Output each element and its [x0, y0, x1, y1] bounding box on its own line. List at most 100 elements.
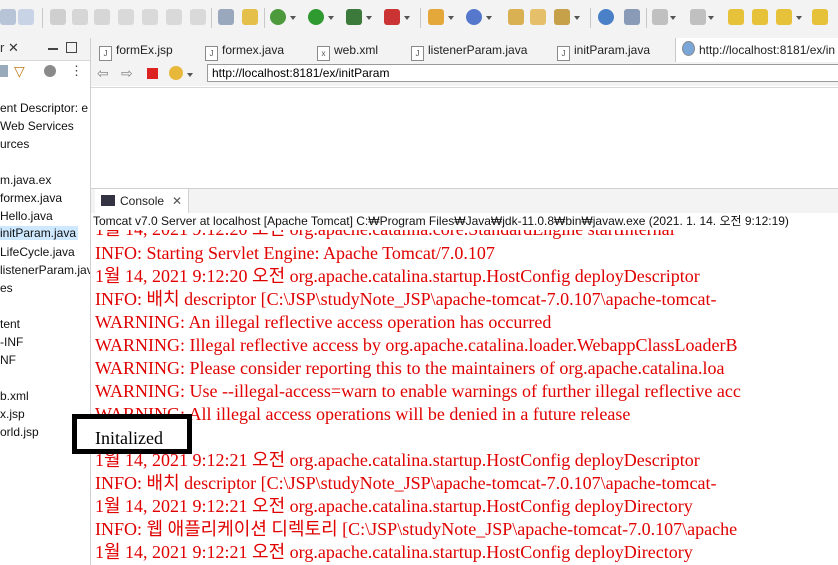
console-line: WARNING: Please consider reporting this …	[95, 358, 725, 378]
last-edit-icon[interactable]	[728, 9, 744, 25]
console-line: 1월 14, 2021 9:12:21 오전 org.apache.catali…	[95, 496, 693, 516]
build-icon[interactable]	[242, 9, 258, 25]
jsp-file-icon: J	[99, 46, 112, 61]
tree-item[interactable]: b.xml	[0, 389, 29, 403]
tree-item[interactable]: Hello.java	[0, 209, 53, 223]
back-icon[interactable]: ⇦	[97, 65, 109, 82]
tab-label: http://localhost:8181/ex/in	[699, 43, 836, 57]
step-over-icon[interactable]	[166, 9, 182, 25]
tree-item[interactable]: x.jsp	[0, 407, 25, 421]
console-line: WARNING: An illegal reflective access op…	[95, 312, 552, 332]
tab-listenerparam-java[interactable]: JlistenerParam.java	[411, 38, 527, 62]
console-line: WARNING: Use --illegal-access=warn to en…	[95, 381, 741, 401]
forward-icon[interactable]: ⇨	[121, 65, 133, 82]
debug-icon[interactable]	[270, 9, 286, 25]
forward-arrow-icon[interactable]	[812, 9, 828, 25]
close-icon[interactable]: r ✕	[0, 40, 19, 56]
globe-icon	[682, 41, 695, 56]
next-annotation-icon[interactable]	[652, 9, 668, 25]
java-file-icon: J	[557, 46, 570, 61]
editor-tab-bar: JformEx.jsp Jformex.java x web.xml Jliste…	[91, 38, 838, 63]
console-line: WARNING: Illegal reflective access by or…	[95, 335, 738, 355]
console-line: INFO: 웹 애플리케이션 디렉토리 [C:\JSP\studyNote_JS…	[95, 519, 738, 539]
external-tools-icon[interactable]	[384, 9, 400, 25]
tree-item[interactable]: orld.jsp	[0, 425, 39, 439]
maximize-icon[interactable]	[66, 42, 77, 53]
tab-label: web.xml	[334, 43, 379, 57]
tab-formex-java[interactable]: Jformex.java	[205, 38, 284, 62]
tree-item[interactable]: NF	[0, 353, 16, 367]
resume-icon[interactable]	[50, 9, 66, 25]
coverage-icon[interactable]	[346, 9, 362, 25]
terminate-icon[interactable]	[94, 9, 110, 25]
console-line: 1월 14, 2021 9:12:21 오전 org.apache.catali…	[95, 542, 693, 562]
console-icon	[101, 195, 115, 206]
package-explorer: r ✕ ▽ ⋮ ent Descriptor: e Web Services u…	[0, 38, 91, 565]
tab-label: listenerParam.java	[428, 43, 528, 57]
use-step-filters-icon[interactable]	[218, 9, 234, 25]
step-return-icon[interactable]	[190, 9, 206, 25]
java-file-icon: J	[205, 46, 218, 61]
tab-web-xml[interactable]: x web.xml	[317, 38, 378, 62]
tab-browser[interactable]: http://localhost:8181/ex/in	[675, 38, 838, 62]
previous-annotation-icon[interactable]	[690, 9, 706, 25]
console-line: INFO: 배치 descriptor [C:\JSP\studyNote_JS…	[95, 473, 717, 493]
globe-icon[interactable]	[598, 9, 614, 25]
tab-formex-jsp[interactable]: JformEx.jsp	[99, 38, 173, 62]
console-process-label: Tomcat v7.0 Server at localhost [Apache …	[93, 214, 789, 228]
tree-item[interactable]: tent	[0, 317, 20, 331]
console-line: 1월 14, 2021 9:12:20 오전 org.apache.catali…	[95, 230, 675, 241]
console-line: INFO: 배치 descriptor [C:\JSP\studyNote_JS…	[95, 289, 717, 309]
collapse-all-icon[interactable]	[0, 65, 8, 77]
pen-icon[interactable]	[554, 9, 570, 25]
annotation-label: Initalized	[95, 428, 163, 448]
task-icon[interactable]	[624, 9, 640, 25]
console-line: 1월 14, 2021 9:12:20 오전 org.apache.catali…	[95, 266, 700, 286]
explorer-header: r ✕	[0, 38, 90, 61]
back-arrow-icon[interactable]	[776, 9, 792, 25]
step-into-icon[interactable]	[142, 9, 158, 25]
console-line: INFO: Starting Servlet Engine: Apache To…	[95, 243, 495, 263]
console-tab-bar: Console ✕	[91, 188, 838, 215]
filter-icon[interactable]: ▽	[14, 63, 25, 80]
tab-initparam-java[interactable]: JinitParam.java	[557, 38, 650, 62]
new-class-icon[interactable]	[466, 9, 482, 25]
run-icon[interactable]	[308, 9, 324, 25]
browser-toolbar: ⇦ ⇨	[91, 62, 838, 86]
stop-icon[interactable]	[147, 68, 158, 79]
back-icon[interactable]	[752, 9, 768, 25]
tree-item[interactable]: es	[0, 281, 13, 295]
url-input[interactable]	[207, 64, 838, 82]
tab-label: formex.java	[222, 43, 285, 57]
link-editor-icon[interactable]	[44, 65, 56, 77]
view-menu-icon[interactable]: ⋮	[70, 63, 83, 79]
tree-item[interactable]: formex.java	[0, 191, 62, 205]
new-server-icon[interactable]	[428, 9, 444, 25]
refresh-icon[interactable]	[169, 66, 183, 80]
toolbar-icon[interactable]	[0, 9, 16, 25]
tree-item[interactable]: -INF	[0, 335, 23, 349]
tree-item[interactable]: LifeCycle.java	[0, 245, 75, 259]
tab-console[interactable]: Console ✕	[95, 189, 190, 214]
tree-item[interactable]: Web Services	[0, 119, 74, 133]
java-file-icon: J	[411, 46, 424, 61]
open-folder-icon[interactable]	[530, 9, 546, 25]
minimize-icon[interactable]	[48, 48, 58, 50]
tree-item[interactable]: urces	[0, 137, 29, 151]
close-icon[interactable]: ✕	[172, 194, 182, 208]
tab-label: initParam.java	[574, 43, 651, 57]
suspend-icon[interactable]	[72, 9, 88, 25]
tree-item[interactable]: listenerParam.jav	[0, 263, 90, 277]
refresh-dropdown-icon[interactable]	[187, 73, 193, 77]
console-tab-label: Console	[120, 194, 165, 208]
skip-breakpoints-icon[interactable]	[18, 9, 34, 25]
tree-item-selected[interactable]: initParam.java	[0, 226, 78, 240]
disconnect-icon[interactable]	[118, 9, 134, 25]
console-description: Tomcat v7.0 Server at localhost [Apache …	[91, 213, 838, 230]
console-output[interactable]: 1월 14, 2021 9:12:20 오전 org.apache.catali…	[91, 230, 838, 565]
tree-item[interactable]: m.java.ex	[0, 173, 51, 187]
tree-item[interactable]: ent Descriptor: e	[0, 101, 88, 115]
open-type-icon[interactable]	[508, 9, 524, 25]
annotation-box: Initalized	[72, 414, 192, 454]
tab-label: formEx.jsp	[116, 43, 173, 57]
